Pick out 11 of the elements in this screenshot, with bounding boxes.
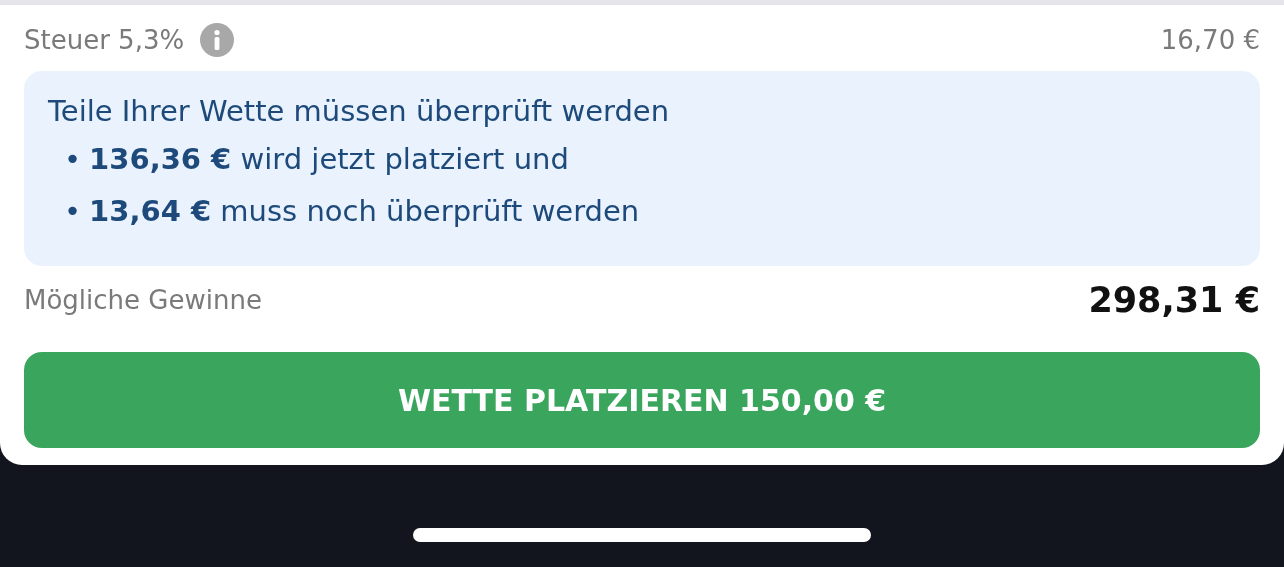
- notice-title: Teile Ihrer Wette müssen überprüft werden: [48, 93, 671, 129]
- info-icon[interactable]: [200, 23, 235, 57]
- notice-text: 13,64 € muss noch überprüft werden: [89, 193, 640, 230]
- notice-text: 136,36 € wird jetzt platziert und: [89, 141, 569, 178]
- winnings-amount: 298,31 €: [1088, 280, 1260, 320]
- winnings-label: Mögliche Gewinne: [24, 285, 262, 315]
- tax-label: Steuer 5,3%: [24, 25, 185, 55]
- bullet: •: [64, 193, 82, 230]
- bullet: •: [64, 141, 82, 178]
- place-bet-button[interactable]: WETTE PLATZIEREN 150,00 €: [24, 352, 1260, 448]
- tax-amount: 16,70 €: [1160, 25, 1260, 55]
